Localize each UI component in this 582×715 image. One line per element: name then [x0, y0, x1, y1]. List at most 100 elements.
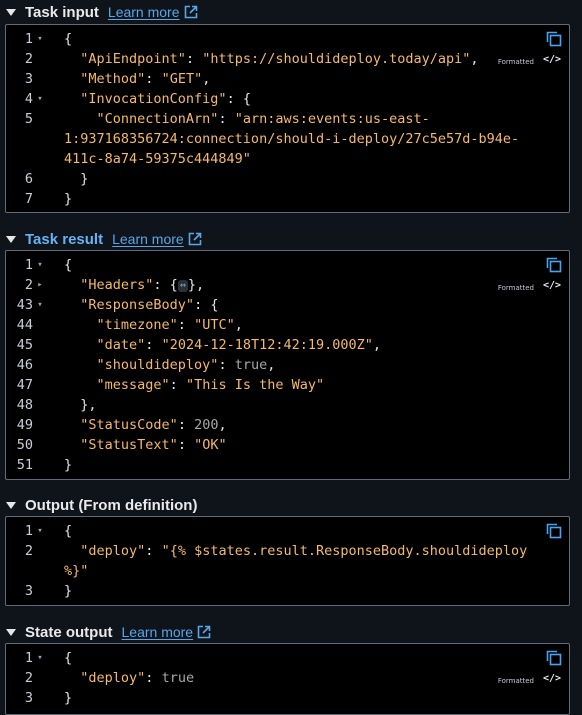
code-token: },	[187, 277, 205, 293]
code-line: 48 },	[6, 395, 569, 415]
code-token: ,	[218, 417, 227, 433]
fold-expanded-icon[interactable]: ▾	[35, 295, 45, 315]
section-header[interactable]: Task input Learn more	[6, 1, 198, 23]
formatted-label: Formatted	[497, 58, 534, 66]
code-token: {	[64, 31, 73, 47]
code-token: "This Is the Way"	[185, 377, 325, 393]
line-number: 1	[24, 523, 33, 539]
code-token: :	[177, 417, 195, 433]
code-token: }	[64, 583, 73, 599]
fold-expanded-icon[interactable]: ▾	[35, 521, 45, 541]
code-token: "arn:aws:events:us-east-	[234, 111, 430, 127]
code-text: "deploy": true	[64, 668, 194, 688]
line-number: 45	[16, 337, 33, 353]
section-header[interactable]: Output (From definition)	[6, 494, 197, 516]
code-token: }	[64, 191, 73, 207]
json-code-panel[interactable]: 1 ▾{2 ▸ "Headers": {⇔}, 43 ▾ "ResponseBody":…	[5, 250, 570, 480]
fold-expanded-icon[interactable]: ▾	[35, 255, 45, 275]
chevron-down-icon[interactable]	[6, 502, 16, 509]
code-token: true	[161, 670, 195, 686]
code-token: "ApiEndpoint"	[80, 51, 186, 67]
code-line: %}"	[6, 561, 569, 581]
code-line: 2 "ApiEndpoint": "https://shouldideploy.…	[6, 49, 569, 69]
code-view-icon[interactable]: </>	[543, 54, 561, 65]
code-text: "timezone": "UTC",	[64, 315, 243, 335]
line-number: 3	[24, 690, 33, 706]
copy-icon[interactable]	[546, 257, 562, 273]
code-line: 46 "shouldideploy": true,	[6, 355, 569, 375]
section-header[interactable]: State output Learn more	[6, 621, 211, 643]
fold-expanded-icon[interactable]: ▾	[35, 29, 45, 49]
fold-collapsed-icon[interactable]: ▸	[35, 275, 45, 295]
code-line: 1 ▾ {	[6, 648, 569, 668]
line-number: 44	[16, 317, 33, 333]
code-text: "deploy": "{% $states.result.ResponseBod…	[64, 541, 527, 561]
json-code-panel[interactable]: 1 ▾{2 "ApiEndpoint": "https://shouldidepl…	[5, 24, 570, 213]
section-header[interactable]: Task result Learn more	[6, 228, 202, 250]
code-token: "OK"	[194, 437, 227, 453]
line-number: 2	[24, 51, 33, 67]
chevron-down-icon[interactable]	[6, 9, 16, 16]
code-line: 2 "deploy": "{% $states.result.ResponseB…	[6, 541, 569, 561]
code-text: }	[64, 581, 72, 601]
code-token: "ConnectionArn"	[96, 111, 219, 127]
chevron-down-icon[interactable]	[6, 236, 16, 243]
line-number: 2	[24, 543, 33, 559]
code-line: 1:937168356724:connection/should-i-deplo…	[6, 129, 569, 149]
code-token: ,	[372, 337, 382, 353]
code-line: 1 ▾ {	[6, 29, 569, 49]
learn-more-link[interactable]: Learn more	[122, 624, 212, 640]
external-link-icon	[188, 232, 201, 246]
copy-icon[interactable]	[546, 523, 562, 539]
collapsed-object-toggle[interactable]: ⇔	[177, 280, 188, 292]
learn-more-link[interactable]: Learn more	[108, 4, 198, 20]
code-token: :	[145, 71, 162, 87]
learn-more-link[interactable]: Learn more	[112, 231, 202, 247]
line-number: 2	[24, 277, 33, 293]
code-text: "StatusText": "OK"	[64, 435, 227, 455]
code-text: }	[64, 455, 72, 475]
code-view-icon[interactable]: </>	[543, 673, 561, 684]
json-code-panel[interactable]: 1 ▾ {2 "deploy": "{% $states.result.Respon…	[5, 516, 570, 606]
code-token: "Headers"	[80, 277, 154, 293]
section-title: Output (From definition)	[25, 496, 198, 514]
code-text: {	[64, 521, 72, 541]
code-view-icon[interactable]: </>	[543, 280, 561, 291]
code-token: ,	[470, 51, 479, 67]
chevron-down-icon[interactable]	[6, 629, 16, 636]
code-token: 1:937168356724:connection/should-i-deplo…	[64, 131, 520, 147]
code-token: :	[169, 377, 186, 393]
code-token: : {	[226, 91, 251, 107]
line-number: 1	[24, 31, 33, 47]
formatted-label: Formatted	[497, 284, 534, 292]
code-token: "timezone"	[96, 317, 178, 333]
code-line: 6 }	[6, 169, 569, 189]
code-token: "ResponseBody"	[80, 297, 195, 313]
line-number: 46	[16, 357, 33, 373]
learn-more-label: Learn more	[107, 4, 180, 20]
code-token: "StatusText"	[80, 437, 178, 453]
code-line: 45 "date": "2024-12-18T12:42:19.000Z",	[6, 335, 569, 355]
code-line: 3 "Method": "GET",	[6, 69, 569, 89]
code-text: "shouldideploy": true,	[64, 355, 276, 375]
copy-icon[interactable]	[546, 31, 562, 47]
code-line: 1 ▾ {	[6, 255, 569, 275]
code-text: {	[64, 648, 72, 668]
fold-expanded-icon[interactable]: ▾	[35, 648, 45, 668]
code-token: }	[64, 171, 89, 187]
code-text: 1:937168356724:connection/should-i-deplo…	[64, 129, 519, 149]
code-token: "shouldideploy"	[96, 357, 219, 373]
code-text: "ResponseBody": {	[64, 295, 218, 315]
fold-expanded-icon[interactable]: ▾	[35, 89, 45, 109]
json-code-panel[interactable]: 1 ▾{2 "deploy": true 3} Formatted </>	[5, 643, 570, 715]
code-token: "InvocationConfig"	[80, 91, 227, 107]
line-number: 6	[24, 171, 33, 187]
copy-icon[interactable]	[546, 650, 562, 666]
code-line: 44 "timezone": "UTC",	[6, 315, 569, 335]
